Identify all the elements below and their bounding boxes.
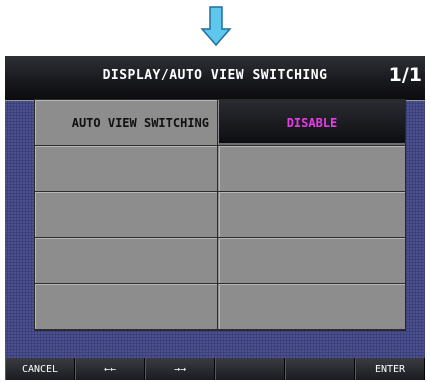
setting-label-auto-view-switching[interactable]: AUTO VIEW SWITCHING [35, 100, 218, 145]
settings-table: AUTO VIEW SWITCHING DISABLE [35, 100, 405, 330]
empty-value-cell [219, 192, 405, 237]
enter-button[interactable]: ENTER [355, 358, 425, 380]
empty-value-cell [219, 284, 405, 329]
down-arrow-icon [200, 6, 232, 46]
cancel-button[interactable]: CANCEL [5, 358, 75, 380]
device-screen: DISPLAY/AUTO VIEW SWITCHING 1/1 AUTO VIE… [5, 56, 425, 380]
move-right-button[interactable]: →→ [145, 358, 215, 380]
table-row [35, 284, 405, 330]
empty-label-cell [35, 284, 218, 329]
empty-value-cell [219, 146, 405, 191]
table-row [35, 192, 405, 238]
empty-value-cell [219, 238, 405, 283]
softkey-bar: CANCEL ←← →→ ENTER [5, 358, 425, 380]
table-row: AUTO VIEW SWITCHING DISABLE [35, 100, 405, 146]
manual-figure: DISPLAY/AUTO VIEW SWITCHING 1/1 AUTO VIE… [0, 0, 430, 382]
empty-label-cell [35, 146, 218, 191]
softkey-5-button[interactable] [285, 358, 355, 380]
table-row [35, 238, 405, 284]
setting-value-auto-view-switching[interactable]: DISABLE [219, 100, 405, 145]
table-row [35, 146, 405, 192]
softkey-4-button[interactable] [215, 358, 285, 380]
empty-label-cell [35, 238, 218, 283]
screen-title: DISPLAY/AUTO VIEW SWITCHING [102, 68, 328, 83]
empty-label-cell [35, 192, 218, 237]
page-indicator: 1/1 [388, 64, 422, 86]
title-bar: DISPLAY/AUTO VIEW SWITCHING 1/1 [5, 56, 425, 101]
move-left-button[interactable]: ←← [75, 358, 145, 380]
